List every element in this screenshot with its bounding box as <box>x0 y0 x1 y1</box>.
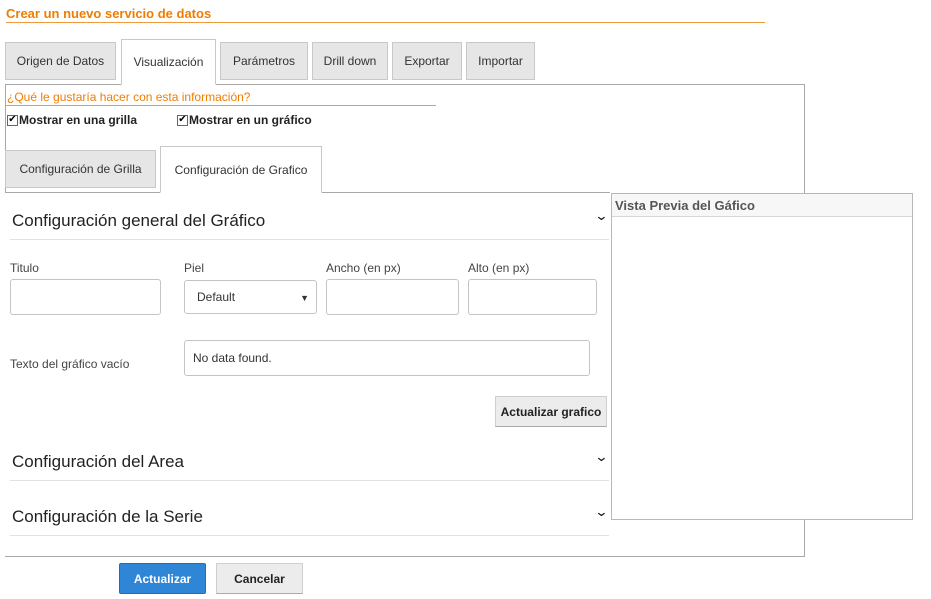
show-chart-checkbox[interactable]: ✔ <box>177 114 188 126</box>
tab-importar[interactable]: Importar <box>466 42 535 80</box>
empty-text-label: Texto del gráfico vacío <box>10 357 130 371</box>
page-title: Crear un nuevo servicio de datos <box>6 6 212 21</box>
alto-label: Alto (en px) <box>468 261 530 275</box>
general-chevron-down-icon[interactable]: ⌄ <box>594 208 608 224</box>
subtab-config-grilla[interactable]: Configuración de Grilla <box>5 150 156 188</box>
section-divider <box>10 480 609 481</box>
update-button[interactable]: Actualizar <box>119 563 206 594</box>
piel-select[interactable]: Default ▼ <box>184 280 317 314</box>
show-grid-option[interactable]: ✔ Mostrar en una grilla <box>7 113 137 127</box>
question-divider <box>6 105 436 106</box>
area-chevron-down-icon[interactable]: ⌄ <box>594 449 608 465</box>
title-divider <box>6 22 765 23</box>
tab-drill-down[interactable]: Drill down <box>312 42 388 80</box>
chart-preview-panel: Vista Previa del Gáfico <box>611 193 913 520</box>
empty-text-input[interactable]: No data found. <box>184 340 590 376</box>
series-config-title[interactable]: Configuración de la Serie <box>12 507 203 527</box>
show-grid-checkbox[interactable]: ✔ <box>7 114 18 126</box>
chart-preview-title: Vista Previa del Gáfico <box>612 194 912 217</box>
series-chevron-down-icon[interactable]: ⌄ <box>594 504 608 520</box>
titulo-input[interactable] <box>10 279 161 315</box>
general-config-title[interactable]: Configuración general del Gráfico <box>12 211 265 231</box>
show-grid-label: Mostrar en una grilla <box>19 113 138 127</box>
visualization-question: ¿Qué le gustaría hacer con esta informac… <box>7 90 251 104</box>
alto-input[interactable] <box>468 279 597 315</box>
titulo-label: Titulo <box>10 261 39 275</box>
tab-exportar[interactable]: Exportar <box>392 42 462 80</box>
ancho-input[interactable] <box>326 279 459 315</box>
area-config-title[interactable]: Configuración del Area <box>12 452 184 472</box>
tab-visualizacion[interactable]: Visualización <box>121 39 216 85</box>
subtab-config-grafico[interactable]: Configuración de Grafico <box>160 146 322 193</box>
cancel-button[interactable]: Cancelar <box>216 563 303 594</box>
caret-down-icon: ▼ <box>300 293 309 303</box>
ancho-label: Ancho (en px) <box>326 261 401 275</box>
section-divider <box>10 239 609 240</box>
show-chart-label: Mostrar en un gráfico <box>189 113 312 127</box>
update-chart-button[interactable]: Actualizar grafico <box>495 396 607 427</box>
piel-selected-value: Default <box>197 290 236 304</box>
tab-origen-de-datos[interactable]: Origen de Datos <box>5 42 116 80</box>
piel-label: Piel <box>184 261 205 275</box>
show-chart-option[interactable]: ✔ Mostrar en un gráfico <box>177 113 312 127</box>
tab-parametros[interactable]: Parámetros <box>220 42 308 80</box>
section-divider <box>10 535 609 536</box>
